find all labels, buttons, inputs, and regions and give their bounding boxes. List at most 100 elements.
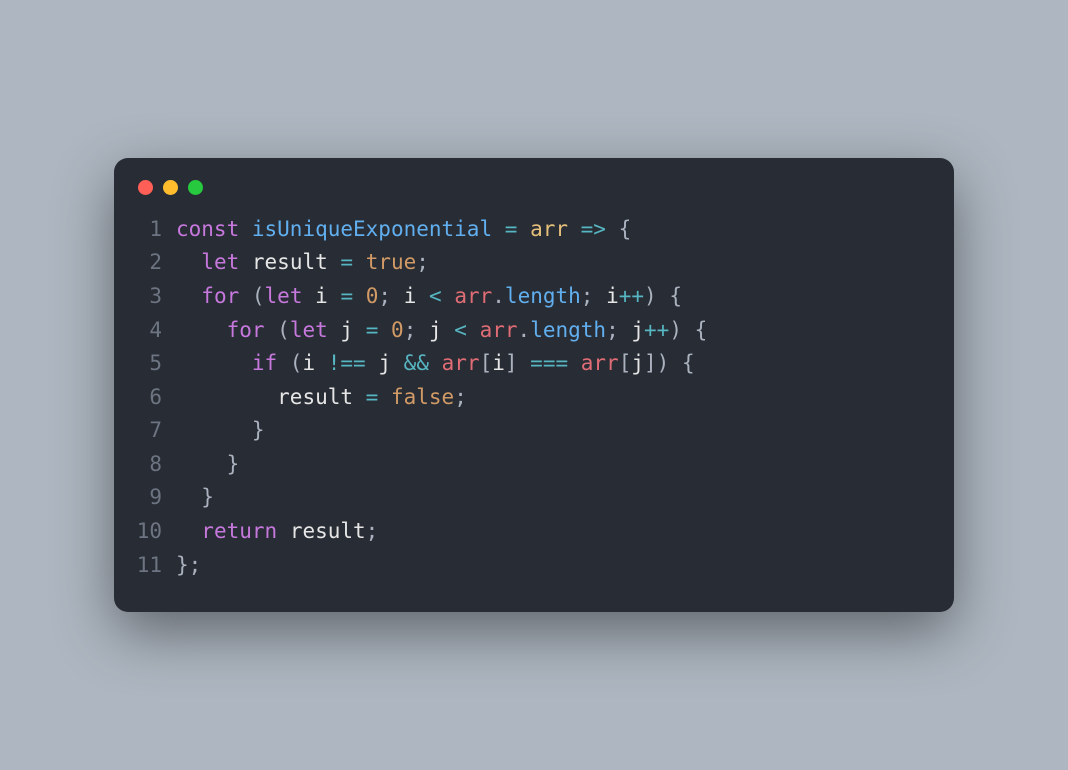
token <box>176 385 277 409</box>
line-number: 4 <box>114 314 176 348</box>
token <box>366 351 379 375</box>
token <box>328 250 341 274</box>
token: arr <box>530 217 568 241</box>
token: = <box>505 217 518 241</box>
token: ; <box>454 385 467 409</box>
token: [ <box>619 351 632 375</box>
token <box>176 318 227 342</box>
token: ; <box>416 250 429 274</box>
token: i <box>492 351 505 375</box>
token: } <box>176 485 214 509</box>
token: result <box>290 519 366 543</box>
code-line: 6 result = false; <box>114 381 926 415</box>
token <box>353 284 366 308</box>
close-icon[interactable] <box>138 180 153 195</box>
line-number: 9 <box>114 481 176 515</box>
line-content: } <box>176 414 265 448</box>
code-window: 1const isUniqueExponential = arr => {2 l… <box>114 158 954 613</box>
line-content: return result; <box>176 515 378 549</box>
token: { <box>606 217 631 241</box>
code-line: 2 let result = true; <box>114 246 926 280</box>
token: = <box>366 385 379 409</box>
token <box>353 318 366 342</box>
code-line: 5 if (i !== j && arr[i] === arr[j]) { <box>114 347 926 381</box>
token: length <box>530 318 606 342</box>
token: ) { <box>669 318 707 342</box>
minimize-icon[interactable] <box>163 180 178 195</box>
token: isUniqueExponential <box>252 217 492 241</box>
token: length <box>505 284 581 308</box>
token: for <box>227 318 265 342</box>
code-line: 4 for (let j = 0; j < arr.length; j++) { <box>114 314 926 348</box>
token: let <box>201 250 239 274</box>
token: . <box>492 284 505 308</box>
token: ( <box>277 351 302 375</box>
code-line: 9 } <box>114 481 926 515</box>
token: => <box>581 217 606 241</box>
token <box>568 217 581 241</box>
token <box>176 284 201 308</box>
token <box>391 351 404 375</box>
token: < <box>429 284 442 308</box>
token: 0 <box>391 318 404 342</box>
token: ; <box>366 519 379 543</box>
token: false <box>391 385 454 409</box>
token <box>517 217 530 241</box>
token: }; <box>176 553 201 577</box>
token: j <box>378 351 391 375</box>
token <box>492 217 505 241</box>
token <box>429 351 442 375</box>
code-line: 10 return result; <box>114 515 926 549</box>
line-content: } <box>176 448 239 482</box>
token: = <box>340 250 353 274</box>
token: true <box>366 250 417 274</box>
token: && <box>404 351 429 375</box>
zoom-icon[interactable] <box>188 180 203 195</box>
token <box>239 250 252 274</box>
token: j <box>631 318 644 342</box>
line-number: 10 <box>114 515 176 549</box>
token: j <box>631 351 644 375</box>
token: for <box>201 284 239 308</box>
code-block: 1const isUniqueExponential = arr => {2 l… <box>114 213 954 583</box>
token: < <box>454 318 467 342</box>
token: = <box>340 284 353 308</box>
token <box>353 385 366 409</box>
token: } <box>176 452 239 476</box>
line-number: 5 <box>114 347 176 381</box>
token <box>302 284 315 308</box>
token <box>239 217 252 241</box>
token: ( <box>265 318 290 342</box>
token: i <box>404 284 417 308</box>
token <box>176 351 252 375</box>
token: i <box>302 351 315 375</box>
token <box>442 284 455 308</box>
token <box>416 284 429 308</box>
token: . <box>518 318 531 342</box>
token <box>277 519 290 543</box>
line-content: for (let j = 0; j < arr.length; j++) { <box>176 314 707 348</box>
token: ; <box>378 284 403 308</box>
token <box>442 318 455 342</box>
code-line: 8 } <box>114 448 926 482</box>
token: i <box>315 284 328 308</box>
line-number: 8 <box>114 448 176 482</box>
line-content: for (let i = 0; i < arr.length; i++) { <box>176 280 682 314</box>
token: result <box>252 250 328 274</box>
token: 0 <box>366 284 379 308</box>
line-number: 7 <box>114 414 176 448</box>
code-line: 7 } <box>114 414 926 448</box>
token <box>328 284 341 308</box>
token: ; <box>606 318 631 342</box>
token: !== <box>328 351 366 375</box>
token: j <box>429 318 442 342</box>
line-content: }; <box>176 549 201 583</box>
token: arr <box>454 284 492 308</box>
token: i <box>606 284 619 308</box>
token <box>568 351 581 375</box>
line-number: 2 <box>114 246 176 280</box>
code-line: 1const isUniqueExponential = arr => { <box>114 213 926 247</box>
token: ++ <box>644 318 669 342</box>
token: ] <box>505 351 530 375</box>
token <box>378 385 391 409</box>
